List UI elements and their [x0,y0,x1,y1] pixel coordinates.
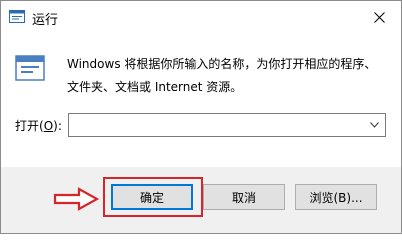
open-label-suffix: ): [53,119,62,133]
run-app-icon [9,10,25,23]
run-dialog: 运行 Windows 将根据你所输入的名称，为你打开相应的程序、 文件夹、文档或… [0,0,402,234]
title-bar: 运行 [1,1,401,33]
open-label-hotkey: O [43,119,54,133]
run-dialog-icon [15,55,45,81]
dropdown-button[interactable] [363,114,385,136]
open-label-prefix: 打开( [15,119,44,133]
window-title: 运行 [32,13,59,28]
chevron-down-icon [369,122,379,128]
description-line-2: 文件夹、文档或 Internet 资源。 [67,80,243,94]
browse-button[interactable]: 浏览(B)... [295,184,377,210]
cancel-button[interactable]: 取消 [203,184,285,210]
red-arrow-icon [53,187,100,211]
open-label: 打开(O): [15,117,62,134]
ok-highlight-box [103,177,203,217]
close-button[interactable] [357,1,401,33]
open-combobox[interactable] [68,113,386,137]
close-icon [373,11,385,23]
description-line-1: Windows 将根据你所输入的名称，为你打开相应的程序、 [67,57,377,71]
open-input[interactable] [69,114,359,136]
description: Windows 将根据你所输入的名称，为你打开相应的程序、 文件夹、文档或 In… [67,53,387,99]
